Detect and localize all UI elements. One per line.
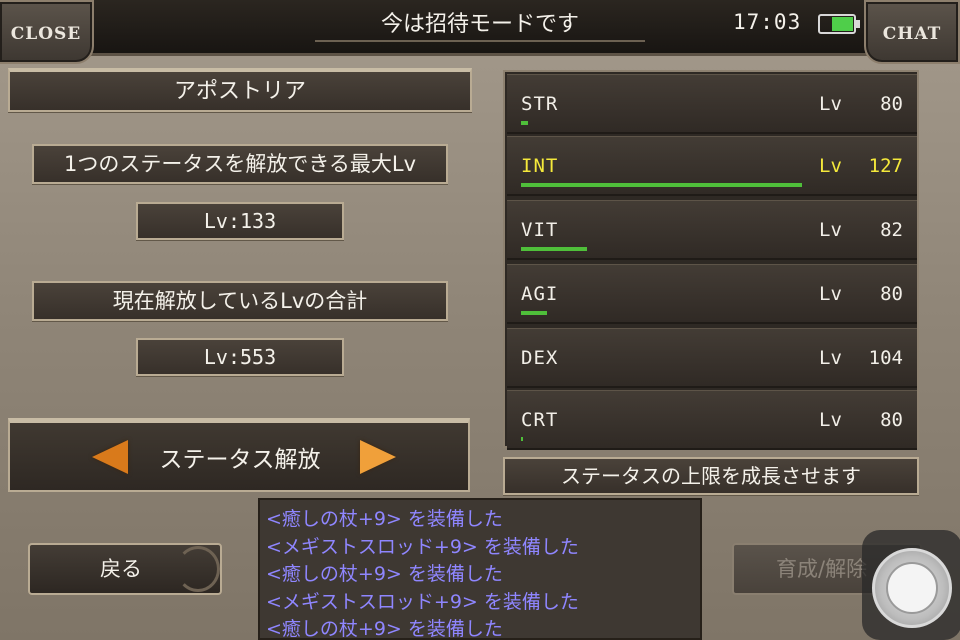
max-lv-label: 1つのステータスを解放できる最大Lv	[32, 144, 448, 184]
battery-terminal	[856, 20, 860, 28]
log-line: <癒しの杖+9> を装備した	[266, 508, 503, 530]
battery-level	[832, 17, 853, 31]
stat-row-crt[interactable]: CRT Lv 80	[507, 390, 917, 450]
stat-progress-bar	[521, 247, 587, 251]
stat-value: 80	[880, 283, 903, 305]
stat-row-agi[interactable]: AGI Lv 80	[507, 264, 917, 324]
arrow-right-icon[interactable]	[360, 440, 396, 474]
stat-name: DEX	[521, 347, 559, 369]
stats-list: STR Lv 80 INT Lv 127 VIT Lv 82 AGI Lv 80 DEX Lv 104 CRT…	[503, 70, 919, 450]
stat-description: ステータスの上限を成長させます	[503, 457, 919, 495]
log-line: <メギストスロッド+9> を装備した	[266, 535, 579, 558]
stat-name: AGI	[521, 283, 559, 305]
status-release-label: ステータス解放	[159, 447, 321, 473]
log-line: <メギストスロッド+9> を装備した	[266, 590, 579, 613]
stat-lv-label: Lv	[819, 93, 842, 115]
max-lv-value: Lv:133	[136, 202, 344, 240]
stat-lv-label: Lv	[819, 283, 842, 305]
log-line: <癒しの杖+9> を装備した	[266, 618, 503, 640]
stat-progress-bar	[521, 183, 802, 187]
assistive-touch-center	[886, 562, 938, 614]
stat-progress-bar	[521, 121, 528, 125]
log-line: <癒しの杖+9> を装備した	[266, 563, 503, 585]
stat-row-str[interactable]: STR Lv 80	[507, 74, 917, 134]
stat-row-int[interactable]: INT Lv 127	[507, 136, 917, 196]
stat-name: STR	[521, 93, 559, 115]
stat-name: INT	[521, 155, 559, 177]
stat-lv-label: Lv	[819, 155, 842, 177]
stat-value: 80	[880, 409, 903, 431]
clock: 17:03	[733, 10, 802, 34]
stat-progress-bar	[521, 437, 523, 441]
stat-value: 127	[868, 155, 903, 177]
stat-row-vit[interactable]: VIT Lv 82	[507, 200, 917, 260]
character-name: アポストリア	[8, 68, 472, 112]
stat-value: 82	[880, 219, 903, 241]
stat-lv-label: Lv	[819, 219, 842, 241]
stat-name: VIT	[521, 219, 559, 241]
stat-lv-label: Lv	[819, 409, 842, 431]
stat-row-dex[interactable]: DEX Lv 104	[507, 328, 917, 388]
mode-title: 今は招待モードです	[315, 8, 645, 42]
swirl-ornament-icon	[176, 546, 220, 592]
close-button[interactable]: CLOSE	[0, 0, 94, 64]
chat-button[interactable]: CHAT	[864, 0, 960, 64]
stat-lv-label: Lv	[819, 347, 842, 369]
stat-value: 104	[868, 347, 903, 369]
stat-value: 80	[880, 93, 903, 115]
equip-log: <癒しの杖+9> を装備した <メギストスロッド+9> を装備した <癒しの杖+9>…	[258, 498, 702, 640]
stat-name: CRT	[521, 409, 559, 431]
total-lv-label: 現在解放しているLvの合計	[32, 281, 448, 321]
stat-progress-bar	[521, 311, 547, 315]
total-lv-value: Lv:553	[136, 338, 344, 376]
